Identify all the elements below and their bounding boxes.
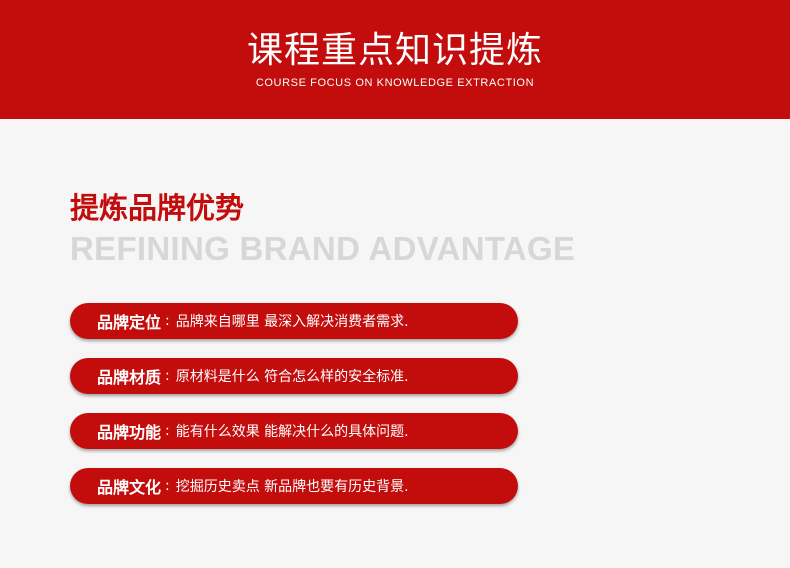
advantage-item-material: 品牌材质 : 原材料是什么 符合怎么样的安全标准.	[70, 358, 518, 394]
item-text: 原材料是什么 符合怎么样的安全标准.	[175, 369, 409, 385]
item-text: 品牌来自哪里 最深入解决消费者需求.	[175, 314, 409, 330]
banner-subtitle: COURSE FOCUS ON KNOWLEDGE EXTRACTION	[255, 77, 535, 89]
item-label: 品牌材质	[97, 368, 162, 387]
header-banner: 课程重点知识提炼 COURSE FOCUS ON KNOWLEDGE EXTRA…	[0, 0, 790, 119]
item-label: 品牌定位	[97, 313, 162, 332]
advantage-item-positioning: 品牌定位 : 品牌来自哪里 最深入解决消费者需求.	[70, 303, 518, 339]
item-separator: :	[165, 313, 170, 329]
item-separator: :	[165, 368, 170, 384]
banner-title: 课程重点知识提炼	[246, 30, 543, 71]
section-subtitle: REFINING BRAND ADVANTAGE	[70, 230, 576, 267]
section-title: 提炼品牌优势	[70, 191, 245, 225]
item-separator: :	[165, 423, 170, 439]
advantage-item-function: 品牌功能 : 能有什么效果 能解决什么的具体问题.	[70, 413, 518, 449]
item-separator: :	[165, 478, 170, 494]
advantage-item-culture: 品牌文化 : 挖掘历史卖点 新品牌也要有历史背景.	[70, 468, 518, 504]
item-text: 能有什么效果 能解决什么的具体问题.	[175, 424, 409, 440]
item-label: 品牌功能	[97, 423, 162, 442]
item-label: 品牌文化	[97, 478, 162, 497]
item-text: 挖掘历史卖点 新品牌也要有历史背景.	[175, 479, 409, 495]
